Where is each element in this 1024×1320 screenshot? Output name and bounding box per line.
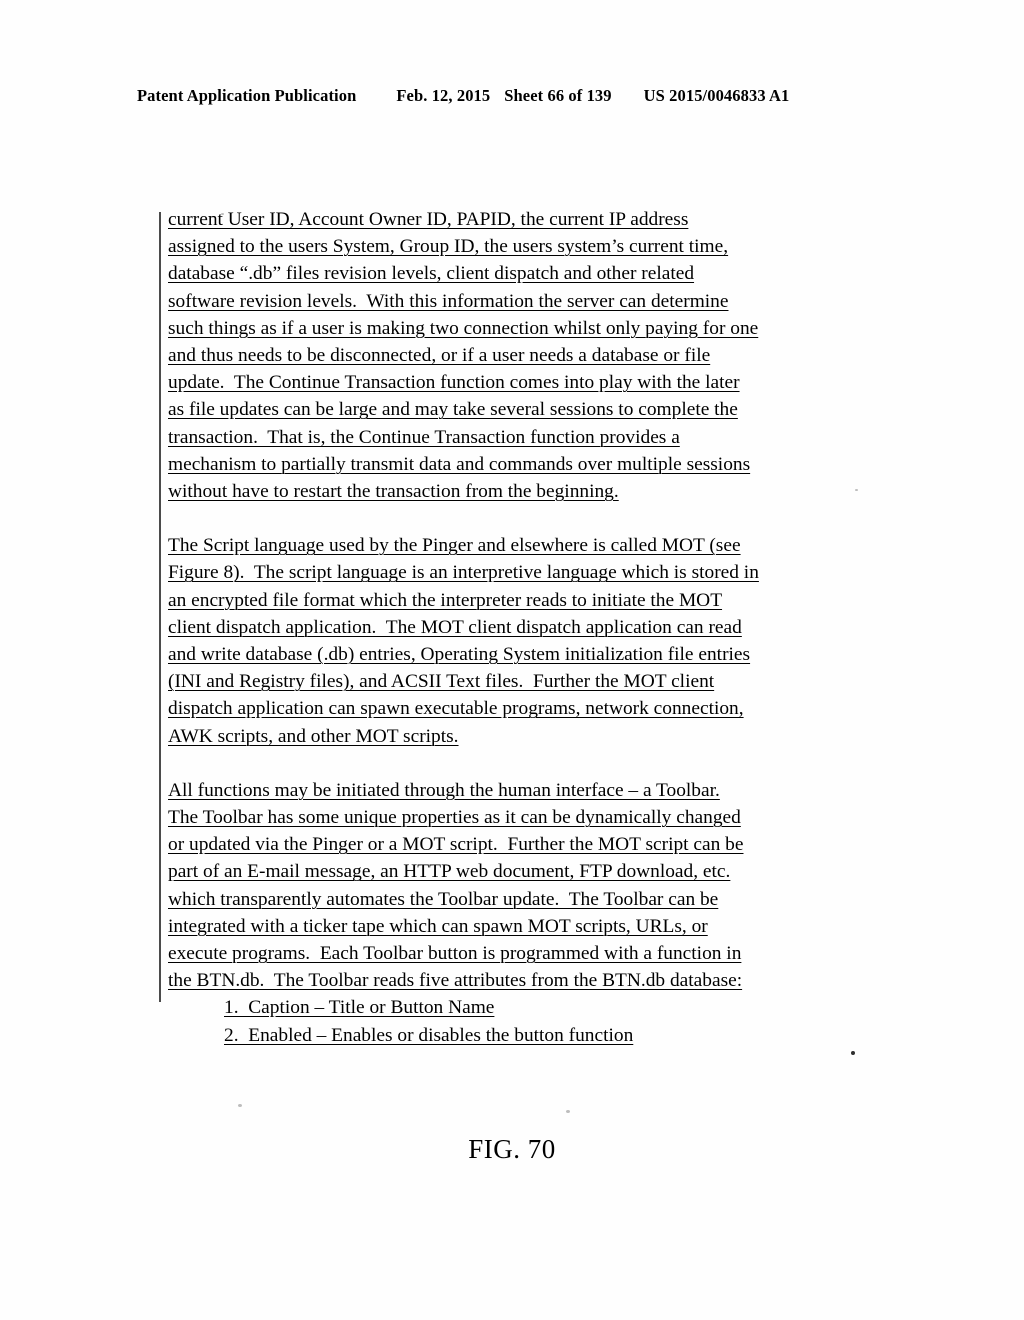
text-line: current User ID, Account Owner ID, PAPID…	[168, 209, 689, 230]
text-line: and thus needs to be disconnected, or if…	[168, 345, 711, 367]
paragraph-3: All functions may be initiated through t…	[168, 777, 880, 995]
paragraph-2: The Script language used by the Pinger a…	[168, 532, 880, 750]
text-line: The Toolbar has some unique properties a…	[168, 807, 741, 829]
amendment-change-bar	[159, 212, 161, 1002]
text-line: AWK scripts, and other MOT scripts.	[168, 725, 459, 747]
text-line: and write database (.db) entries, Operat…	[168, 644, 751, 666]
text-line: All functions may be initiated through t…	[168, 779, 720, 801]
text-line: integrated with a ticker tape which can …	[168, 915, 708, 937]
scan-speckle	[238, 1104, 242, 1107]
list-item: 2. Enabled – Enables or disables the but…	[224, 1024, 634, 1046]
text-line: an encrypted file format which the inter…	[168, 589, 723, 611]
specification-body: current User ID, Account Owner ID, PAPID…	[168, 206, 880, 1049]
text-line: mechanism to partially transmit data and…	[168, 453, 751, 475]
paragraph-1: current User ID, Account Owner ID, PAPID…	[168, 206, 880, 505]
text-line: (INI and Registry files), and ACSII Text…	[168, 671, 715, 693]
text-line: transaction. That is, the Continue Trans…	[168, 426, 680, 448]
header-publication-label: Patent Application Publication	[137, 86, 357, 105]
text-line: which transparently automates the Toolba…	[168, 888, 719, 910]
publication-header: Patent Application Publication Feb. 12, …	[137, 86, 887, 106]
attribute-list: 1. Caption – Title or Button Name 2. Ena…	[168, 994, 880, 1048]
patent-page: Patent Application Publication Feb. 12, …	[0, 0, 1024, 1320]
text-line: database “.db” files revision levels, cl…	[168, 263, 695, 285]
text-line: software revision levels. With this info…	[168, 290, 729, 312]
header-date: Feb. 12, 2015	[396, 86, 491, 105]
text-line: or updated via the Pinger or a MOT scrip…	[168, 834, 744, 856]
header-document-number: US 2015/0046833 A1	[643, 86, 790, 105]
text-line: such things as if a user is making two c…	[168, 317, 759, 339]
text-line: update. The Continue Transaction functio…	[168, 372, 740, 394]
text-line: dispatch application can spawn executabl…	[168, 698, 744, 720]
text-line: Figure 8). The script language is an int…	[168, 562, 759, 584]
scan-speckle	[851, 1051, 855, 1055]
text-line: the BTN.db. The Toolbar reads five attri…	[168, 970, 743, 992]
text-line: execute programs. Each Toolbar button is…	[168, 943, 742, 965]
text-line: as file updates can be large and may tak…	[168, 399, 738, 421]
header-sheet-number: Sheet 66 of 139	[504, 86, 612, 105]
list-item: 1. Caption – Title or Button Name	[224, 997, 495, 1019]
text-line: part of an E-mail message, an HTTP web d…	[168, 861, 731, 883]
figure-caption: FIG. 70	[468, 1134, 556, 1164]
text-line: assigned to the users System, Group ID, …	[168, 236, 729, 258]
text-line: client dispatch application. The MOT cli…	[168, 616, 742, 638]
text-line: The Script language used by the Pinger a…	[168, 535, 741, 557]
scan-speckle	[566, 1110, 570, 1113]
text-line: without have to restart the transaction …	[168, 481, 619, 503]
